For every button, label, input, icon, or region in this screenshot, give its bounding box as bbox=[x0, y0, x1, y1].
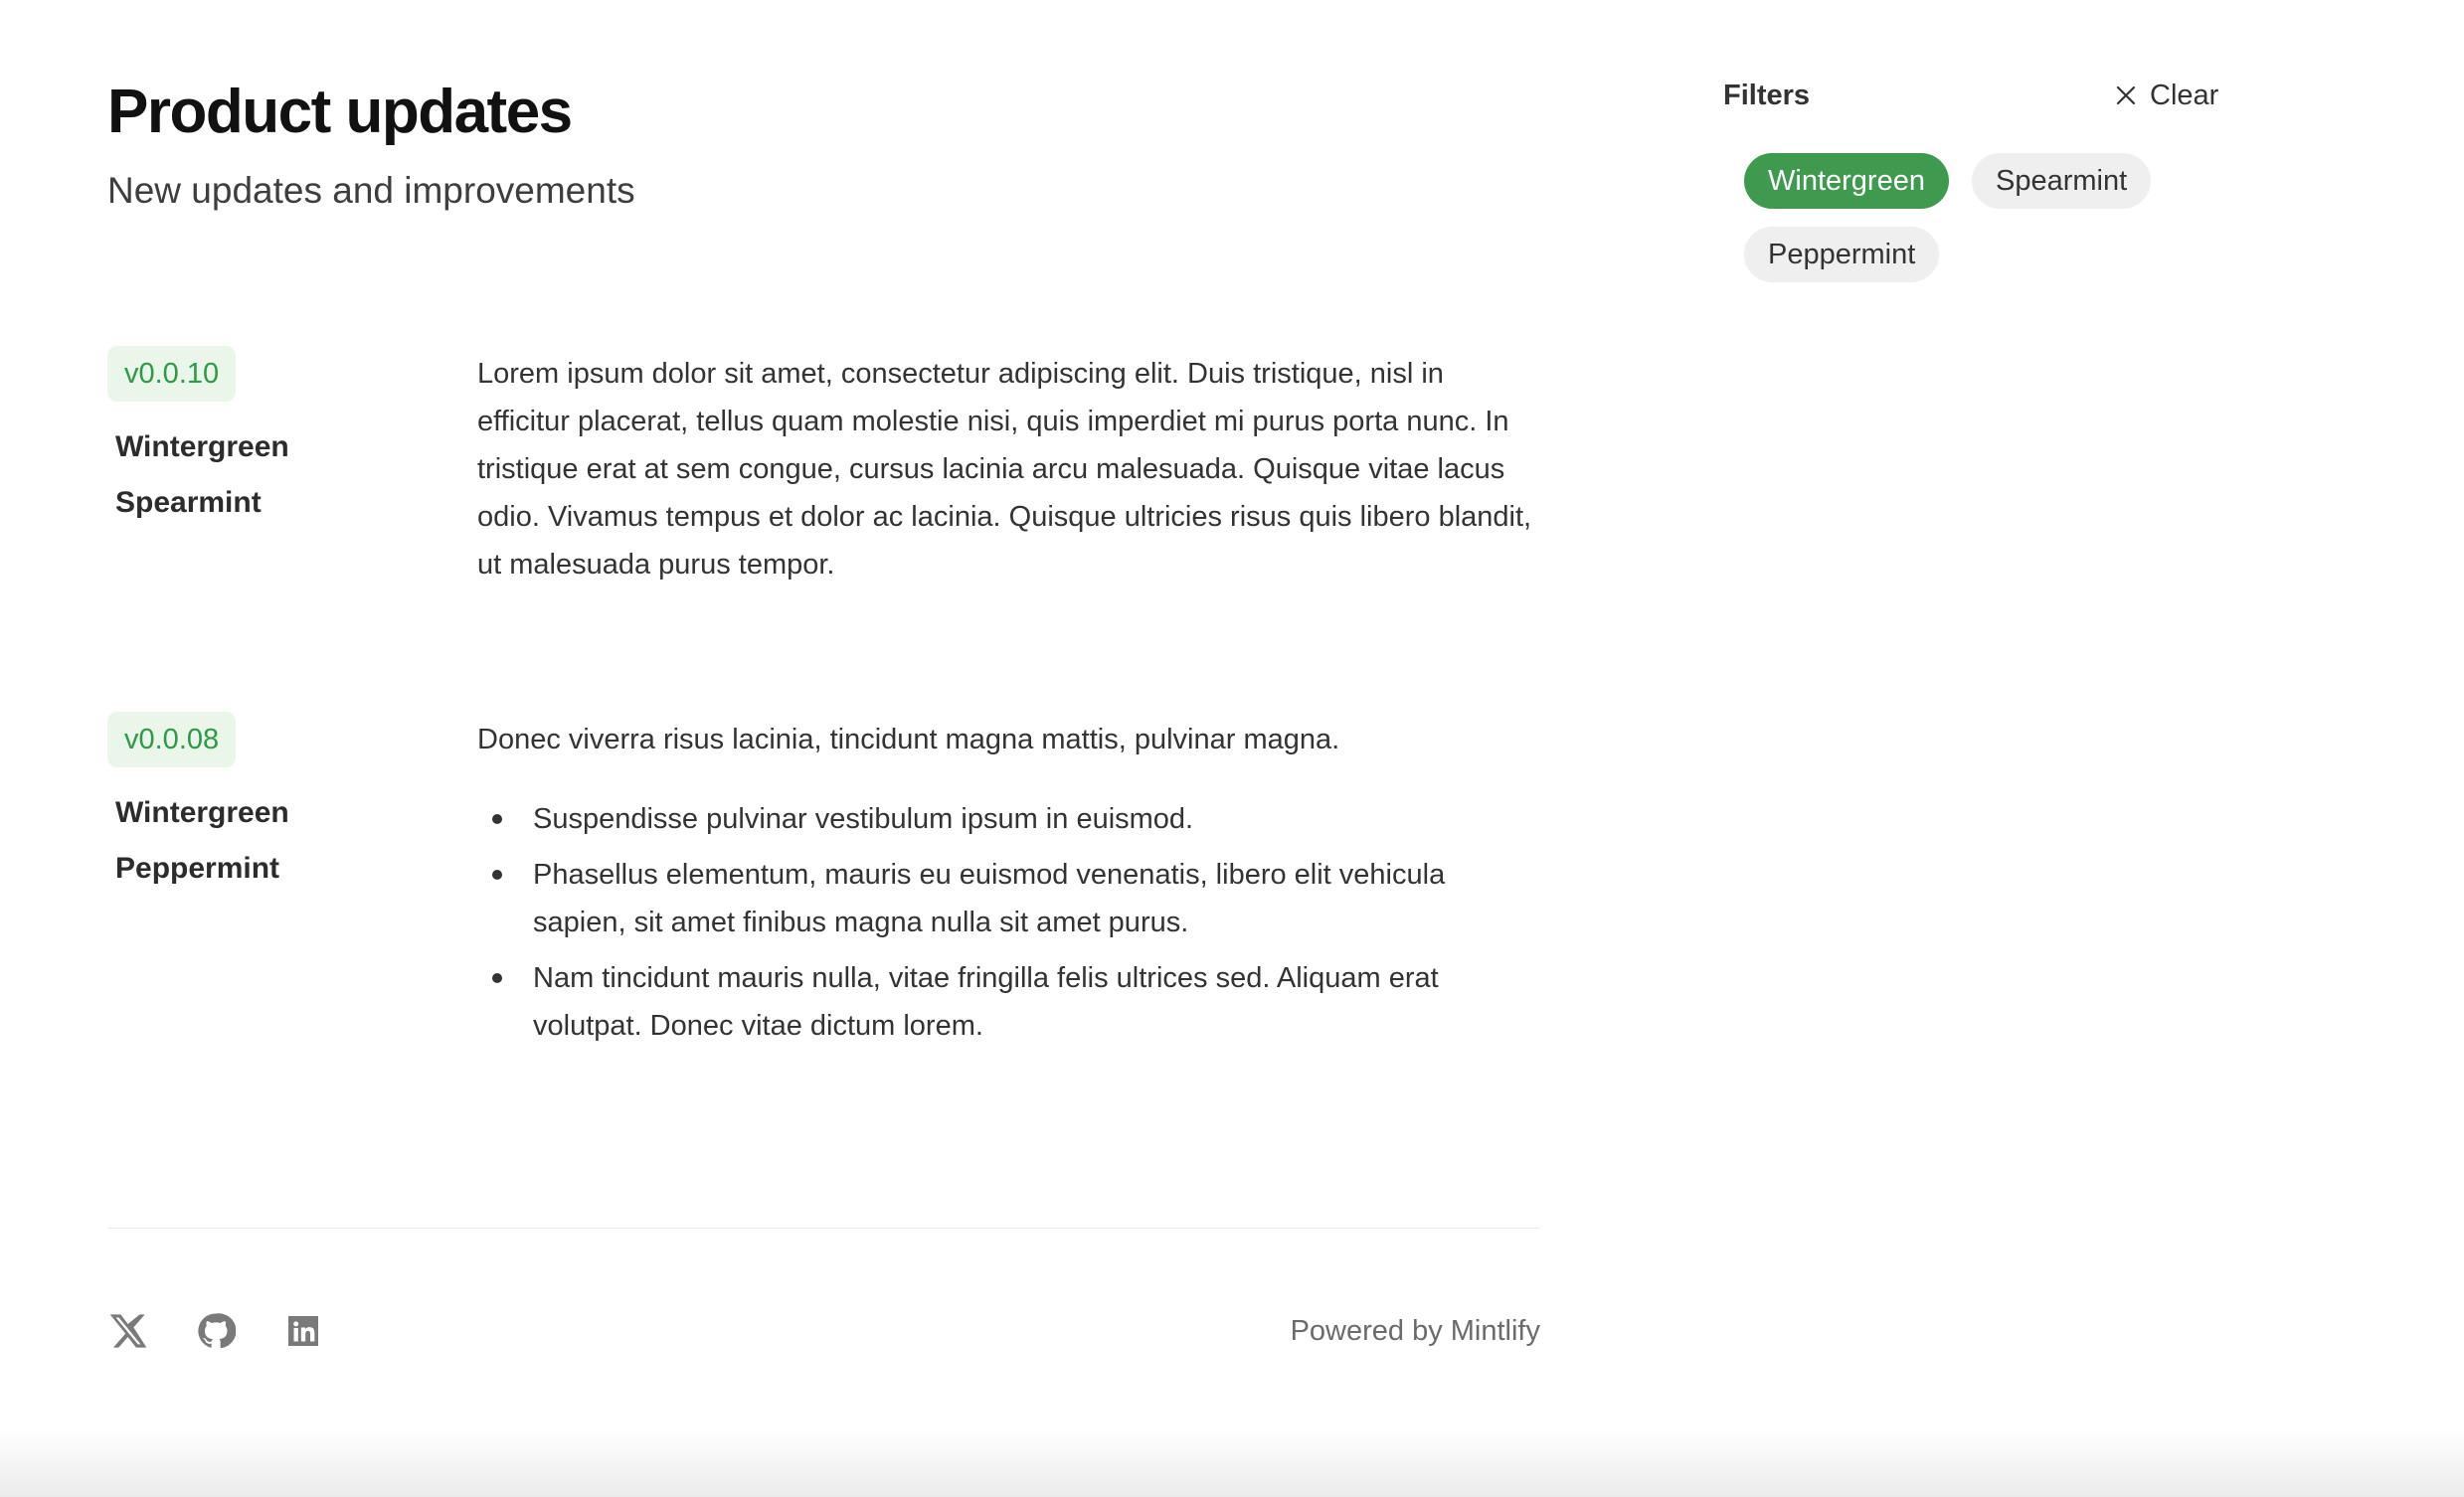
bullet-dot bbox=[492, 870, 502, 880]
entry-paragraph: Lorem ipsum dolor sit amet, consectetur … bbox=[477, 358, 1532, 581]
filter-chip-wintergreen[interactable]: Wintergreen bbox=[1744, 153, 1949, 209]
version-badge[interactable]: v0.0.10 bbox=[107, 346, 237, 402]
bullet-dot bbox=[492, 814, 502, 824]
bullet-item: Suspendisse pulvinar vestibulum ipsum in… bbox=[477, 795, 1536, 843]
page-subtitle: New updates and improvements bbox=[107, 170, 635, 211]
bullet-item: Nam tincidunt mauris nulla, vitae fringi… bbox=[477, 954, 1536, 1050]
filters-heading: Filters bbox=[1723, 80, 1811, 111]
filter-chip-spearmint[interactable]: Spearmint bbox=[1972, 153, 2152, 209]
changelog-page: Product updates New updates and improvem… bbox=[0, 0, 2464, 1497]
bullet-item: Phasellus elementum, mauris eu euismod v… bbox=[477, 851, 1536, 946]
footer-divider bbox=[107, 1228, 1540, 1229]
close-icon bbox=[2116, 85, 2136, 105]
entry-body: Lorem ipsum dolor sit amet, consectetur … bbox=[477, 350, 1536, 588]
linkedin-icon[interactable] bbox=[282, 1310, 324, 1352]
version-badge[interactable]: v0.0.08 bbox=[107, 712, 237, 767]
bullet-dot bbox=[492, 973, 502, 983]
bottom-shadow bbox=[0, 1427, 2464, 1497]
powered-by-link[interactable]: Powered by Mintlify bbox=[1291, 1310, 1540, 1352]
clear-label: Clear bbox=[2150, 80, 2219, 111]
page-title: Product updates bbox=[107, 78, 573, 146]
bullet-text: Suspendisse pulvinar vestibulum ipsum in… bbox=[533, 803, 1194, 835]
bullet-text: Nam tincidunt mauris nulla, vitae fringi… bbox=[533, 962, 1439, 1042]
bullet-list: Suspendisse pulvinar vestibulum ipsum in… bbox=[477, 795, 1536, 1050]
update-entry: v0.0.08 Wintergreen Peppermint Donec viv… bbox=[107, 712, 1539, 1042]
github-icon[interactable] bbox=[195, 1310, 237, 1352]
entry-paragraph: Donec viverra risus lacinia, tincidunt m… bbox=[477, 724, 1340, 755]
update-entry: v0.0.10 Wintergreen Spearmint Lorem ipsu… bbox=[107, 346, 1539, 581]
filter-chip-peppermint[interactable]: Peppermint bbox=[1744, 227, 1940, 282]
x-icon[interactable] bbox=[107, 1310, 149, 1352]
bullet-text: Phasellus elementum, mauris eu euismod v… bbox=[533, 859, 1446, 938]
entry-body: Donec viverra risus lacinia, tincidunt m… bbox=[477, 716, 1536, 1058]
clear-filters-button[interactable]: Clear bbox=[2114, 76, 2218, 115]
